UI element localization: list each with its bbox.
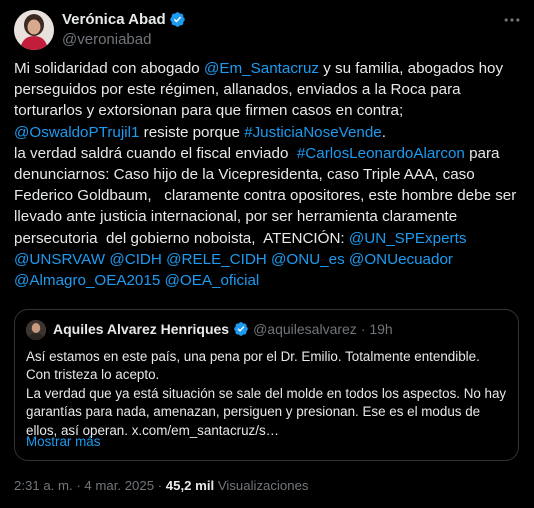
verified-badge-icon: [234, 322, 248, 336]
mention-rele-cidh[interactable]: @RELE_CIDH: [166, 251, 267, 268]
tweet-metadata: 2:31 a. m. · 4 mar. 2025 · 45,2 mil Visu…: [14, 478, 309, 493]
meta-separator: ·: [72, 478, 85, 493]
quoted-tweet-text: Así estamos en este país, una pena por e…: [26, 349, 507, 438]
mention-oea-oficial[interactable]: @OEA_oficial: [165, 272, 260, 289]
mention-almagro-oea2015[interactable]: @Almagro_OEA2015: [14, 272, 160, 289]
mention-un-spexperts[interactable]: @UN_SPExperts: [349, 230, 467, 247]
views-count: 45,2 mil: [165, 478, 215, 493]
tweet-date[interactable]: 4 mar. 2025: [84, 478, 154, 493]
hashtag-justicianosevende[interactable]: #JusticiaNoseVende: [244, 124, 382, 141]
quoted-tweet[interactable]: Aquiles Alvarez Henriques @aquilesalvare…: [14, 309, 519, 461]
quoted-author-name[interactable]: Aquiles Alvarez Henriques: [53, 321, 229, 337]
verified-badge-icon: [169, 12, 185, 27]
mention-cidh[interactable]: @CIDH: [109, 251, 162, 268]
author-handle[interactable]: @veroniabad: [62, 31, 151, 48]
mention-em-santacruz[interactable]: @Em_Santacruz: [204, 60, 319, 77]
show-more-link[interactable]: Mostrar más: [26, 434, 100, 449]
meta-separator: ·: [154, 478, 166, 493]
more-options-icon[interactable]: [502, 10, 522, 30]
quoted-author-handle[interactable]: @aquilesalvarez: [253, 321, 357, 337]
quoted-author-avatar[interactable]: [26, 320, 46, 340]
text-segment: Mi solidaridad con abogado: [14, 60, 204, 77]
mention-onu-es[interactable]: @ONU_es: [271, 251, 345, 268]
author-avatar[interactable]: [14, 10, 54, 50]
tweet-card: Verónica Abad @veroniabad Mi solidaridad…: [0, 0, 534, 508]
author-name[interactable]: Verónica Abad: [62, 11, 166, 28]
hashtag-carlosleonardoalarcon[interactable]: #CarlosLeonardoAlarcon: [297, 145, 465, 162]
mention-onuecuador[interactable]: @ONUecuador: [349, 251, 453, 268]
mention-unsrvaw[interactable]: @UNSRVAW: [14, 251, 105, 268]
quoted-timestamp[interactable]: · 19h: [361, 321, 393, 337]
tweet-time[interactable]: 2:31 a. m.: [14, 478, 73, 493]
views-label: Visualizaciones: [214, 478, 309, 493]
tweet-text: Mi solidaridad con abogado @Em_Santacruz…: [14, 58, 519, 291]
mention-oswaldoptrujil1[interactable]: @OswaldoPTrujil1: [14, 124, 139, 141]
text-segment: resiste porque: [139, 123, 245, 141]
